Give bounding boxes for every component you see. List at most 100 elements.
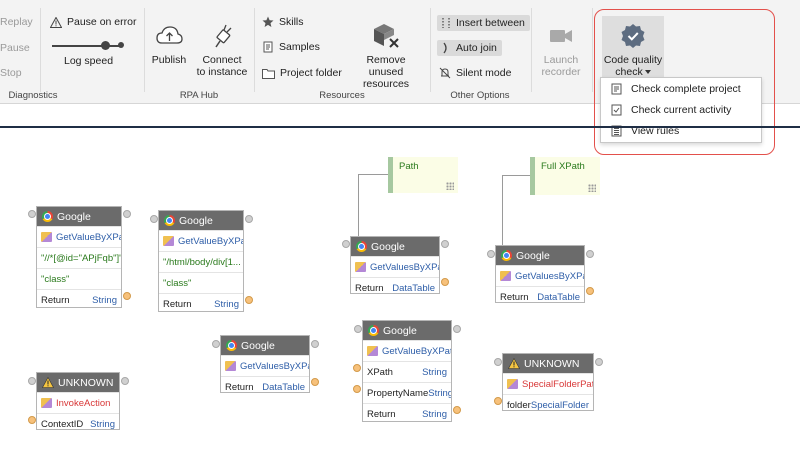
node-param-row: PropertyName String bbox=[363, 382, 451, 403]
input-pin[interactable] bbox=[353, 385, 361, 393]
node-input-pin[interactable] bbox=[487, 250, 495, 258]
chrome-icon bbox=[226, 340, 237, 351]
node-return-row: Return String bbox=[363, 403, 451, 424]
node-output-pin[interactable] bbox=[586, 250, 594, 258]
chrome-icon bbox=[368, 325, 379, 336]
input-pin[interactable] bbox=[353, 364, 361, 372]
star-icon bbox=[262, 16, 274, 27]
auto-join-toggle[interactable]: Auto join bbox=[437, 40, 502, 56]
node-input-pin[interactable] bbox=[494, 358, 502, 366]
insert-between-icon bbox=[442, 18, 450, 28]
silent-mode-toggle[interactable]: Silent mode bbox=[439, 67, 511, 79]
node-unknown-invokeaction[interactable]: UNKNOWN InvokeAction ContextID String bbox=[36, 372, 120, 430]
node-output-pin[interactable] bbox=[123, 210, 131, 218]
node-method: SpecialFolderPath bbox=[503, 373, 593, 394]
cloud-upload-icon bbox=[155, 21, 183, 51]
node-input-pin[interactable] bbox=[342, 240, 350, 248]
log-speed-slider[interactable] bbox=[52, 41, 124, 51]
node-output-pin[interactable] bbox=[245, 215, 253, 223]
node-input-pin[interactable] bbox=[212, 340, 220, 348]
node-header: Google bbox=[159, 211, 243, 230]
remove-unused-resources-button[interactable]: Remove unused resources bbox=[348, 21, 424, 90]
node-argument[interactable]: "class" bbox=[159, 272, 243, 293]
node-input-pin[interactable] bbox=[28, 377, 36, 385]
node-method: GetValuesByXPath bbox=[221, 355, 309, 376]
node-input-pin[interactable] bbox=[150, 215, 158, 223]
node-header: UNKNOWN bbox=[37, 373, 119, 392]
method-icon bbox=[41, 398, 52, 408]
plug-icon bbox=[210, 21, 234, 51]
connect-to-instance-button[interactable]: Connect to instance bbox=[194, 21, 250, 78]
node-return-row: Return DataTable bbox=[496, 286, 584, 307]
other-options-group-label: Other Options bbox=[450, 90, 510, 101]
node-argument[interactable]: "//*[@id="APjFqb"]" bbox=[37, 247, 121, 268]
chrome-icon bbox=[501, 250, 512, 261]
method-icon bbox=[355, 262, 366, 272]
node-google-getvaluebyxpath-3[interactable]: Google GetValueByXPath XPath String Prope… bbox=[362, 320, 452, 422]
publish-button[interactable]: Publish bbox=[149, 21, 189, 66]
node-input-pin[interactable] bbox=[28, 210, 36, 218]
node-return-row: Return String bbox=[37, 289, 121, 310]
node-method: GetValueByXPath bbox=[159, 230, 243, 251]
node-header: Google bbox=[221, 336, 309, 355]
diagnostics-group-label: Diagnostics bbox=[8, 90, 58, 101]
node-google-getvaluesbyxpath-2[interactable]: Google GetValuesByXPath ReturnDataTable bbox=[495, 245, 585, 303]
node-output-pin[interactable] bbox=[595, 358, 603, 366]
return-pin[interactable] bbox=[123, 292, 131, 300]
comment-path[interactable]: Path bbox=[388, 157, 458, 193]
return-pin[interactable] bbox=[311, 378, 319, 386]
node-input-pin[interactable] bbox=[354, 325, 362, 333]
node-param-row: XPath String bbox=[363, 361, 451, 382]
node-header: Google bbox=[37, 207, 121, 226]
node-param-row: folder SpecialFolder bbox=[503, 394, 593, 415]
node-google-getvaluesbyxpath-3[interactable]: Google GetValuesByXPath ReturnDataTable bbox=[220, 335, 310, 393]
method-icon bbox=[41, 232, 52, 242]
node-header: Google bbox=[496, 246, 584, 265]
node-return-row: Return String bbox=[159, 293, 243, 314]
node-unknown-specialfolderpath[interactable]: UNKNOWN SpecialFolderPath folder SpecialF… bbox=[502, 353, 594, 411]
method-icon bbox=[367, 346, 378, 356]
replay-button[interactable]: Replay bbox=[0, 16, 33, 28]
bell-off-icon bbox=[439, 67, 451, 79]
return-pin[interactable] bbox=[441, 278, 449, 286]
warning-icon bbox=[50, 16, 62, 28]
node-output-pin[interactable] bbox=[453, 325, 461, 333]
method-icon bbox=[163, 236, 174, 246]
auto-join-icon bbox=[443, 42, 447, 54]
node-method: GetValuesByXPath bbox=[496, 265, 584, 286]
node-output-pin[interactable] bbox=[311, 340, 319, 348]
node-google-getvaluesbyxpath-1[interactable]: Google GetValuesByXPath ReturnDataTable bbox=[350, 236, 440, 294]
node-output-pin[interactable] bbox=[441, 240, 449, 248]
insert-between-toggle[interactable]: Insert between bbox=[437, 15, 530, 31]
pause-button[interactable]: Pause bbox=[0, 42, 30, 54]
samples-button[interactable]: Samples bbox=[262, 41, 320, 53]
resources-group-label: Resources bbox=[319, 90, 365, 101]
node-method: GetValuesByXPath bbox=[351, 256, 439, 277]
input-pin[interactable] bbox=[494, 397, 502, 405]
return-pin[interactable] bbox=[453, 406, 461, 414]
node-method: GetValueByXPath bbox=[363, 340, 451, 361]
node-google-getvaluebyxpath-1[interactable]: Google GetValueByXPath "//*[@id="APjFqb"… bbox=[36, 206, 122, 308]
pause-on-error-toggle[interactable]: Pause on error bbox=[50, 16, 136, 28]
chrome-icon bbox=[356, 241, 367, 252]
skills-button[interactable]: Skills bbox=[262, 16, 304, 28]
cube-remove-icon bbox=[371, 21, 401, 51]
return-pin[interactable] bbox=[586, 287, 594, 295]
chrome-icon bbox=[42, 211, 53, 222]
project-folder-button[interactable]: Project folder bbox=[262, 67, 342, 79]
method-icon bbox=[507, 379, 518, 389]
input-pin[interactable] bbox=[28, 416, 36, 424]
slider-handle[interactable] bbox=[101, 41, 110, 50]
log-speed-label: Log speed bbox=[64, 55, 114, 67]
node-header: Google bbox=[351, 237, 439, 256]
node-output-pin[interactable] bbox=[121, 377, 129, 385]
node-argument[interactable]: "/html/body/div[1... bbox=[159, 251, 243, 272]
return-pin[interactable] bbox=[245, 296, 253, 304]
node-argument[interactable]: "class" bbox=[37, 268, 121, 289]
node-header: UNKNOWN bbox=[503, 354, 593, 373]
stop-button[interactable]: Stop bbox=[0, 67, 22, 79]
launch-recorder-button[interactable]: Launch recorder bbox=[538, 21, 584, 78]
node-google-getvaluebyxpath-2[interactable]: Google GetValueByXPath "/html/body/div[1… bbox=[158, 210, 244, 312]
method-icon bbox=[225, 361, 236, 371]
comment-full-xpath[interactable]: Full XPath bbox=[530, 157, 600, 195]
